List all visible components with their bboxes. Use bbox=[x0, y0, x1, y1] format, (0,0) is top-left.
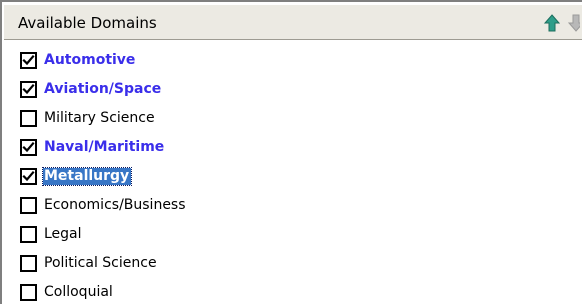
domain-label: Political Science bbox=[44, 255, 157, 271]
domain-item[interactable]: Metallurgy bbox=[20, 162, 188, 191]
domain-label: Colloquial bbox=[44, 284, 113, 300]
domain-item[interactable]: Aviation/Space bbox=[20, 75, 188, 104]
panel-title: Available Domains bbox=[18, 14, 157, 32]
checkmark-icon bbox=[22, 54, 35, 66]
domain-item[interactable]: Automotive bbox=[20, 46, 188, 75]
domain-label: Legal bbox=[44, 226, 82, 242]
checkbox-unchecked[interactable] bbox=[20, 284, 37, 301]
checkbox-unchecked[interactable] bbox=[20, 110, 37, 127]
arrow-down-icon[interactable] bbox=[568, 14, 580, 32]
domain-item[interactable]: Economics/Business bbox=[20, 191, 188, 220]
domain-label: Economics/Business bbox=[44, 197, 186, 213]
checkbox-unchecked[interactable] bbox=[20, 226, 37, 243]
panel-header: Available Domains bbox=[4, 4, 582, 40]
domain-item[interactable]: Naval/Maritime bbox=[20, 133, 188, 162]
domain-item[interactable]: Political Science bbox=[20, 249, 188, 278]
checkbox-checked[interactable] bbox=[20, 81, 37, 98]
domain-label: Automotive bbox=[44, 52, 136, 68]
domain-label: Military Science bbox=[44, 110, 155, 126]
domain-item[interactable]: Colloquial bbox=[20, 278, 188, 307]
checkmark-icon bbox=[22, 141, 35, 153]
checkbox-checked[interactable] bbox=[20, 139, 37, 156]
checkbox-unchecked[interactable] bbox=[20, 255, 37, 272]
domain-label: Naval/Maritime bbox=[44, 139, 165, 155]
domain-list: Automotive Aviation/Space Military Science… bbox=[20, 46, 188, 307]
checkbox-checked[interactable] bbox=[20, 168, 37, 185]
checkmark-icon bbox=[22, 83, 35, 95]
domain-label: Aviation/Space bbox=[44, 81, 162, 97]
checkbox-unchecked[interactable] bbox=[20, 197, 37, 214]
available-domains-panel: Available Domains Automotive Aviation/Spa… bbox=[0, 0, 582, 304]
domain-label: Metallurgy bbox=[41, 167, 133, 186]
checkmark-icon bbox=[22, 170, 35, 182]
arrow-up-icon[interactable] bbox=[543, 14, 561, 32]
domain-item[interactable]: Military Science bbox=[20, 104, 188, 133]
domain-item[interactable]: Legal bbox=[20, 220, 188, 249]
checkbox-checked[interactable] bbox=[20, 52, 37, 69]
